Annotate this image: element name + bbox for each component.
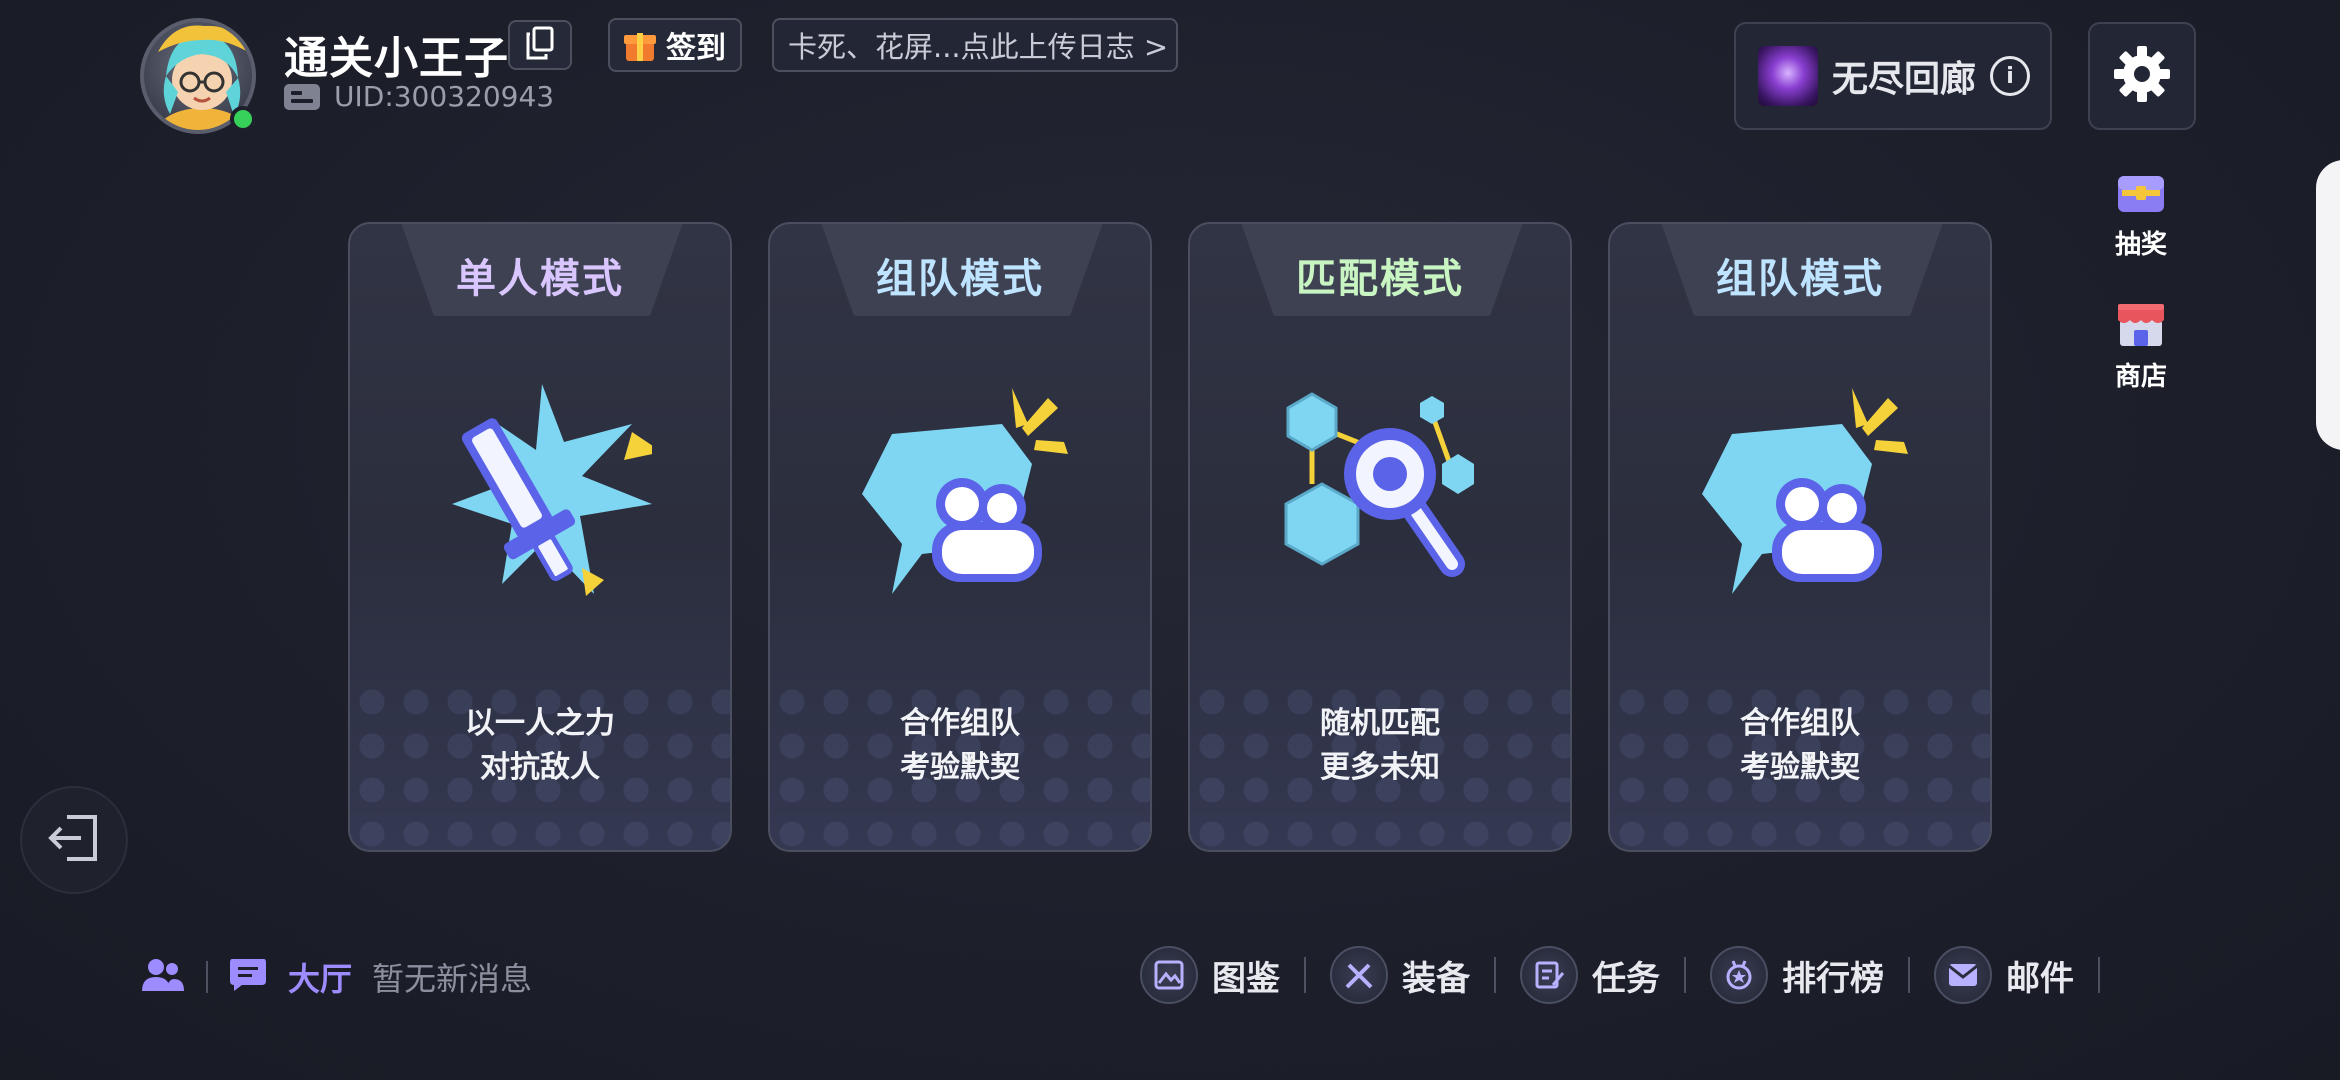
signin-button[interactable]: 签到 bbox=[608, 18, 742, 72]
match-search-icon bbox=[1272, 384, 1492, 604]
mode-card-desc-line: 考验默契 bbox=[900, 750, 1020, 785]
nav-label: 装备 bbox=[1402, 958, 1470, 999]
mode-card-title: 匹配模式 bbox=[1296, 256, 1464, 302]
uid-row: UID:300320943 bbox=[284, 80, 554, 113]
hall-message: 暂无新消息 bbox=[372, 960, 533, 998]
side-item-lottery[interactable]: 抽奖 bbox=[2108, 170, 2174, 261]
side-item-label: 抽奖 bbox=[2114, 230, 2167, 260]
bottom-nav: 图鉴 装备 任务 排行榜 邮件 bbox=[1116, 946, 2100, 1004]
nav-item-album[interactable]: 图鉴 bbox=[1116, 946, 1304, 1004]
signin-label: 签到 bbox=[666, 31, 726, 66]
side-item-shop[interactable]: 商店 bbox=[2108, 300, 2174, 393]
mode-card-desc-line: 以一人之力 bbox=[465, 706, 615, 741]
mode-card-desc-line: 更多未知 bbox=[1320, 750, 1440, 785]
mode-card-solo[interactable]: 单人模式 以一人之力 对抗敌人 bbox=[348, 222, 732, 852]
endless-corridor-button[interactable]: 无尽回廊 i bbox=[1734, 22, 2052, 130]
side-drawer-handle[interactable] bbox=[2316, 160, 2340, 450]
team-chat-icon bbox=[852, 384, 1072, 604]
exit-button[interactable] bbox=[20, 786, 128, 894]
mode-card-desc-line: 合作组队 bbox=[1740, 706, 1860, 741]
mode-card-title: 组队模式 bbox=[1716, 256, 1884, 302]
nav-item-mail[interactable]: 邮件 bbox=[1910, 946, 2098, 1004]
logout-icon bbox=[47, 813, 101, 867]
id-card-icon bbox=[284, 83, 320, 110]
ranking-icon bbox=[1710, 946, 1768, 1004]
mode-card-description: 以一人之力 对抗敌人 bbox=[350, 702, 730, 790]
settings-button[interactable] bbox=[2088, 22, 2196, 130]
nav-label: 邮件 bbox=[2006, 958, 2074, 999]
album-icon bbox=[1140, 946, 1198, 1004]
mode-card-description: 随机匹配 更多未知 bbox=[1190, 702, 1570, 790]
mode-card-desc-line: 合作组队 bbox=[900, 706, 1020, 741]
copy-uid-button[interactable] bbox=[508, 20, 572, 70]
copy-icon bbox=[524, 26, 556, 64]
info-icon[interactable]: i bbox=[1990, 56, 2031, 96]
mode-card-desc-line: 对抗敌人 bbox=[480, 750, 600, 785]
team-chat-icon bbox=[1692, 384, 1912, 604]
nav-item-ranking[interactable]: 排行榜 bbox=[1686, 946, 1908, 1004]
mode-card-description: 合作组队 考验默契 bbox=[770, 702, 1150, 790]
nav-label: 任务 bbox=[1592, 958, 1660, 999]
nav-item-task[interactable]: 任务 bbox=[1496, 946, 1684, 1004]
mode-card-title: 组队模式 bbox=[876, 256, 1044, 302]
gift-icon bbox=[624, 29, 656, 61]
task-icon bbox=[1520, 946, 1578, 1004]
shop-icon bbox=[2116, 300, 2166, 352]
nav-item-equipment[interactable]: 装备 bbox=[1306, 946, 1494, 1004]
mode-card-match[interactable]: 匹配模式 随机匹配 更多未知 bbox=[1188, 222, 1572, 852]
chat-bubble-icon bbox=[228, 957, 268, 997]
endless-corridor-label: 无尽回廊 bbox=[1832, 59, 1977, 100]
endless-corridor-thumbnail bbox=[1758, 46, 1818, 106]
equipment-icon bbox=[1330, 946, 1388, 1004]
mode-card-title: 单人模式 bbox=[456, 256, 624, 302]
treasure-chest-icon bbox=[2116, 170, 2166, 220]
username: 通关小王子 bbox=[284, 33, 509, 84]
mode-card-desc-line: 考验默契 bbox=[1740, 750, 1860, 785]
uid-text: UID:300320943 bbox=[334, 80, 555, 113]
mode-card-description: 合作组队 考验默契 bbox=[1610, 702, 1990, 790]
online-status-dot bbox=[230, 106, 256, 132]
gear-icon bbox=[2112, 44, 2172, 108]
divider bbox=[206, 961, 208, 993]
mode-card-team[interactable]: 组队模式 合作组队 考验默契 bbox=[768, 222, 1152, 852]
friends-icon[interactable] bbox=[142, 957, 186, 997]
mail-icon bbox=[1934, 946, 1992, 1004]
mode-card-team-2[interactable]: 组队模式 合作组队 考验默契 bbox=[1608, 222, 1992, 852]
hall-label: 大厅 bbox=[288, 960, 353, 998]
chat-bar[interactable]: 大厅 暂无新消息 bbox=[142, 954, 532, 1000]
mode-card-desc-line: 随机匹配 bbox=[1320, 706, 1440, 741]
divider bbox=[2098, 957, 2100, 993]
nav-label: 排行榜 bbox=[1782, 958, 1884, 999]
sword-icon bbox=[432, 384, 662, 604]
side-item-label: 商店 bbox=[2114, 362, 2167, 392]
nav-label: 图鉴 bbox=[1212, 958, 1280, 999]
upload-log-button[interactable]: 卡死、花屏...点此上传日志 > bbox=[772, 18, 1178, 72]
